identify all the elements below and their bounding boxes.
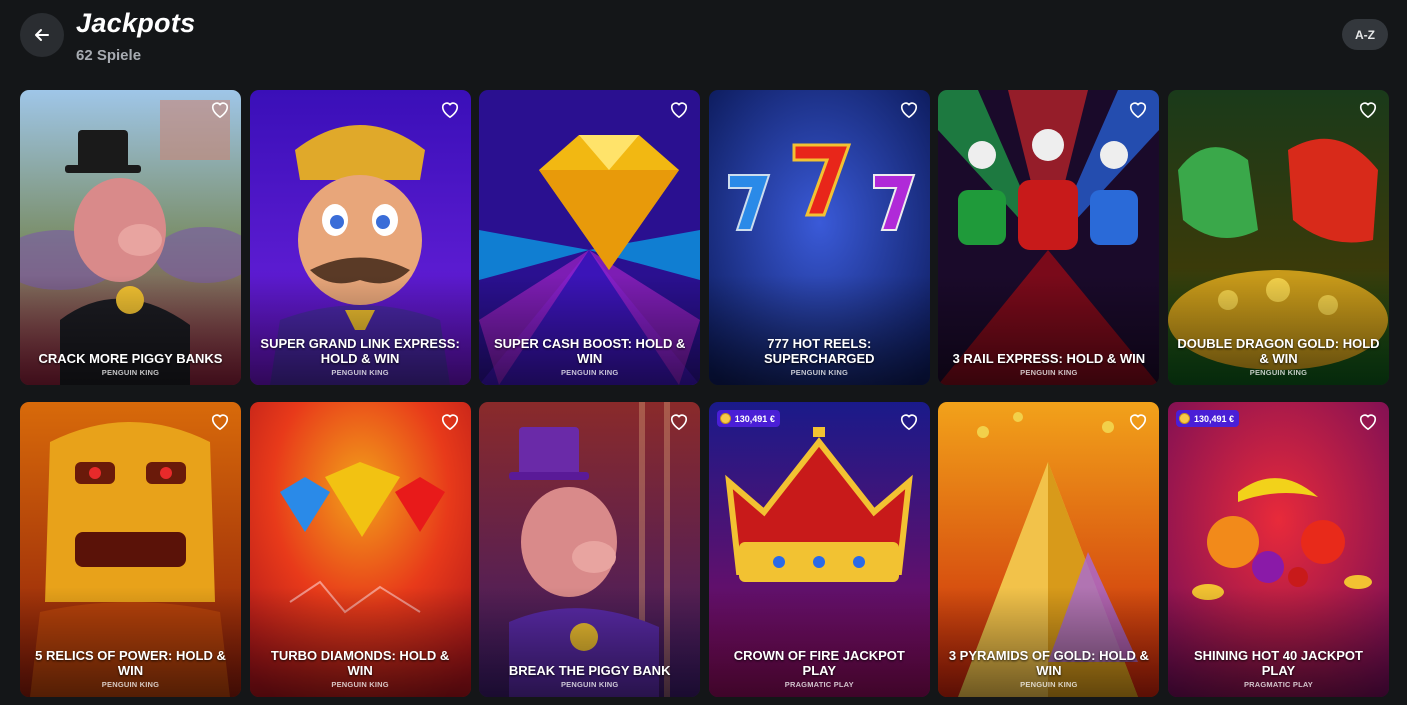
game-card[interactable]: 3 RAIL EXPRESS: HOLD & WIN PENGUIN KING	[938, 90, 1160, 385]
game-card[interactable]: 130,491 € SHINING HOT 40 JACKPOT PLAY PR…	[1167, 402, 1389, 697]
game-count: 62 Spiele	[76, 47, 142, 64]
jackpot-badge: 130,491 €	[1175, 410, 1240, 427]
game-card[interactable]: TURBO DIAMONDS: HOLD & WIN PENGUIN KING	[249, 402, 471, 697]
sort-az-button[interactable]: A-Z	[1342, 19, 1388, 50]
game-title: SUPER CASH BOOST: HOLD & WIN	[493, 336, 686, 366]
arrow-left-icon	[35, 29, 49, 41]
game-card[interactable]: CRACK MORE PIGGY BANKS PENGUIN KING	[20, 90, 241, 385]
game-provider: PENGUIN KING	[560, 368, 619, 377]
game-provider: PENGUIN KING	[331, 680, 389, 689]
game-title: CRACK MORE PIGGY BANKS	[38, 351, 223, 366]
favorite-heart-icon[interactable]	[898, 411, 920, 431]
favorite-heart-icon[interactable]	[209, 411, 231, 431]
game-card[interactable]: SUPER GRAND LINK EXPRESS: HOLD & WIN PEN…	[249, 90, 471, 385]
game-provider: PENGUIN KING	[1249, 368, 1308, 377]
favorite-heart-icon[interactable]	[1357, 99, 1379, 119]
coin-icon	[719, 413, 731, 424]
game-provider: PENGUIN KING	[101, 368, 160, 377]
favorite-heart-icon[interactable]	[439, 99, 461, 119]
favorite-heart-icon[interactable]	[1127, 411, 1149, 431]
game-provider: PENGUIN KING	[1020, 368, 1078, 377]
favorite-heart-icon[interactable]	[1127, 99, 1149, 119]
favorite-heart-icon[interactable]	[668, 99, 690, 119]
game-title: SUPER GRAND LINK EXPRESS: HOLD & WIN	[260, 336, 460, 366]
game-card[interactable]: BREAK THE PIGGY BANK PENGUIN KING	[479, 402, 701, 697]
jackpot-badge: 130,491 €	[716, 410, 780, 427]
back-button[interactable]	[20, 13, 64, 57]
game-provider: PENGUIN KING	[331, 368, 389, 377]
game-card[interactable]: 5 RELICS OF POWER: HOLD & WIN PENGUIN KI…	[20, 402, 241, 697]
game-title: 5 RELICS OF POWER: HOLD & WIN	[35, 648, 226, 678]
game-provider: PENGUIN KING	[790, 368, 848, 377]
game-card[interactable]: DOUBLE DRAGON GOLD: HOLD & WIN PENGUIN K…	[1167, 90, 1389, 385]
game-title: 3 RAIL EXPRESS: HOLD & WIN	[952, 351, 1146, 366]
game-provider: PENGUIN KING	[560, 680, 619, 689]
game-title: TURBO DIAMONDS: HOLD & WIN	[270, 648, 450, 678]
game-title: SHINING HOT 40 JACKPOT PLAY	[1193, 648, 1363, 678]
game-card[interactable]: 130,491 € CROWN OF FIRE JACKPOT PLAY PRA…	[708, 402, 930, 697]
game-title: DOUBLE DRAGON GOLD: HOLD & WIN	[1177, 336, 1380, 366]
game-provider: PRAGMATIC PLAY	[784, 680, 854, 689]
game-title: BREAK THE PIGGY BANK	[508, 663, 671, 678]
game-grid: CRACK MORE PIGGY BANKS PENGUIN KING SUPE…	[20, 90, 1389, 697]
game-title: CROWN OF FIRE JACKPOT PLAY	[733, 648, 905, 678]
game-card[interactable]: 3 PYRAMIDS OF GOLD: HOLD & WIN PENGUIN K…	[938, 402, 1160, 697]
game-provider: PENGUIN KING	[101, 680, 160, 689]
game-provider: PRAGMATIC PLAY	[1243, 680, 1313, 689]
game-card[interactable]: 777 HOT REELS: SUPERCHARGED PENGUIN KING	[708, 90, 930, 385]
game-title: 3 PYRAMIDS OF GOLD: HOLD & WIN	[948, 648, 1149, 678]
jackpot-amount: 130,491 €	[734, 413, 775, 424]
page-title: Jackpots	[76, 8, 196, 38]
favorite-heart-icon[interactable]	[1357, 411, 1379, 431]
game-provider: PENGUIN KING	[1020, 680, 1078, 689]
favorite-heart-icon[interactable]	[668, 411, 690, 431]
coin-icon	[1178, 413, 1190, 424]
favorite-heart-icon[interactable]	[898, 99, 920, 119]
favorite-heart-icon[interactable]	[439, 411, 461, 431]
game-card[interactable]: SUPER CASH BOOST: HOLD & WIN PENGUIN KIN…	[479, 90, 701, 385]
favorite-heart-icon[interactable]	[209, 99, 231, 119]
jackpot-amount: 130,491 €	[1193, 413, 1235, 424]
game-title: 777 HOT REELS: SUPERCHARGED	[764, 336, 875, 366]
